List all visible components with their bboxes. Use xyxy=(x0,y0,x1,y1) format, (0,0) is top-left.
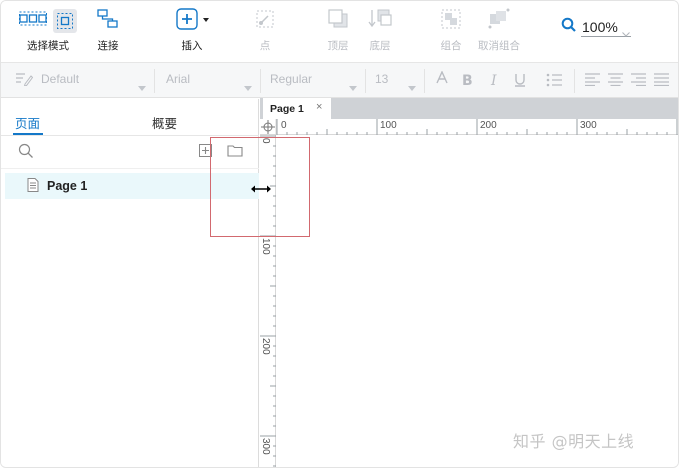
ruler-h-label-0: 0 xyxy=(281,120,287,131)
horizontal-ruler[interactable]: 0 100 200 300 xyxy=(260,119,678,135)
point-button[interactable]: 点 xyxy=(253,9,277,57)
align-justify-icon[interactable] xyxy=(654,73,669,91)
chevron-down-icon xyxy=(622,24,630,40)
group-icon xyxy=(440,8,462,35)
top-layer-label: 顶层 xyxy=(327,40,349,52)
size-select[interactable]: 13 xyxy=(375,72,388,86)
ungroup-icon xyxy=(487,8,511,35)
insert-button[interactable]: 插入 xyxy=(171,7,213,57)
weight-select[interactable]: Regular xyxy=(270,72,312,86)
bring-top-button[interactable]: 顶层 xyxy=(323,8,353,57)
close-icon[interactable]: × xyxy=(316,101,322,113)
style-caret-icon xyxy=(138,78,146,96)
font-color-icon[interactable] xyxy=(435,70,449,92)
divider xyxy=(574,69,575,93)
ruler-v-label-300: 300 xyxy=(260,438,271,455)
search-icon[interactable] xyxy=(18,143,34,164)
align-right-icon[interactable] xyxy=(631,73,646,91)
bold-icon[interactable]: B xyxy=(461,72,475,93)
connect-label: 连接 xyxy=(97,40,119,52)
font-select[interactable]: Arial xyxy=(166,72,190,86)
ruler-h-label-200: 200 xyxy=(480,120,497,131)
tab-outline[interactable]: 概要 xyxy=(152,113,177,132)
divider xyxy=(154,69,155,93)
point-icon xyxy=(254,8,276,35)
connect-icon xyxy=(96,8,120,34)
weight-caret-icon xyxy=(349,78,357,96)
select-mode-label: 选择模式 xyxy=(27,40,69,52)
ruler-v-label-100: 100 xyxy=(260,238,271,255)
ruler-v-label-200: 200 xyxy=(260,338,271,355)
align-center-icon[interactable] xyxy=(608,73,623,91)
page-doc-icon xyxy=(27,178,39,197)
design-canvas[interactable] xyxy=(277,136,678,467)
font-caret-icon xyxy=(244,78,252,96)
format-bar: Default Arial Regular 13 B I xyxy=(1,63,678,98)
ungroup-label: 取消组合 xyxy=(478,40,520,52)
app-window: 选择模式 连接 插入 点 顶层 底层 组合 取消组合 100% Default … xyxy=(0,0,679,468)
size-caret-icon xyxy=(408,78,416,96)
connect-button[interactable]: 连接 xyxy=(93,8,123,57)
zoom-search-icon xyxy=(561,17,577,38)
group-button[interactable]: 组合 xyxy=(437,9,465,57)
zoom-control[interactable]: 100% xyxy=(561,17,631,38)
ruler-h-label-100: 100 xyxy=(380,120,397,131)
page-list-item-label: Page 1 xyxy=(47,179,88,193)
ungroup-button[interactable]: 取消组合 xyxy=(477,8,521,57)
insert-label: 插入 xyxy=(181,40,203,52)
divider xyxy=(1,135,259,136)
divider xyxy=(424,69,425,93)
zoom-value-text: 100% xyxy=(582,18,618,35)
zoom-value[interactable]: 100% xyxy=(581,19,631,37)
bottom-layer-label: 底层 xyxy=(369,40,391,52)
tab-page-1-label: Page 1 xyxy=(270,103,304,115)
send-bottom-icon xyxy=(367,8,393,35)
select-mode-button[interactable]: 选择模式 xyxy=(13,9,83,57)
tab-page-1[interactable]: Page 1 × xyxy=(263,98,331,119)
divider xyxy=(365,69,366,93)
svg-text:B: B xyxy=(462,73,473,88)
underline-icon[interactable] xyxy=(513,72,527,93)
resize-cursor-icon[interactable] xyxy=(250,181,272,199)
ruler-h-label-300: 300 xyxy=(580,120,597,131)
style-select[interactable]: Default xyxy=(41,72,79,86)
main-toolbar: 选择模式 连接 插入 点 顶层 底层 组合 取消组合 100% xyxy=(1,1,678,63)
select-box-icon[interactable] xyxy=(53,9,77,33)
point-label: 点 xyxy=(259,40,271,52)
italic-icon[interactable]: I xyxy=(489,72,501,93)
insert-icon xyxy=(174,7,210,35)
tab-pages[interactable]: 页面 xyxy=(15,113,40,132)
select-mode-icon[interactable] xyxy=(19,9,47,34)
divider xyxy=(260,69,261,93)
bullet-list-icon[interactable] xyxy=(546,73,562,92)
crosshair-icon xyxy=(261,120,275,134)
watermark: 知乎 @明天上线 xyxy=(513,432,635,451)
style-icon xyxy=(15,72,34,91)
align-left-icon[interactable] xyxy=(585,73,600,91)
send-bottom-button[interactable]: 底层 xyxy=(365,9,395,57)
bring-top-icon xyxy=(326,8,350,35)
group-label: 组合 xyxy=(440,40,462,52)
svg-text:I: I xyxy=(490,73,497,88)
